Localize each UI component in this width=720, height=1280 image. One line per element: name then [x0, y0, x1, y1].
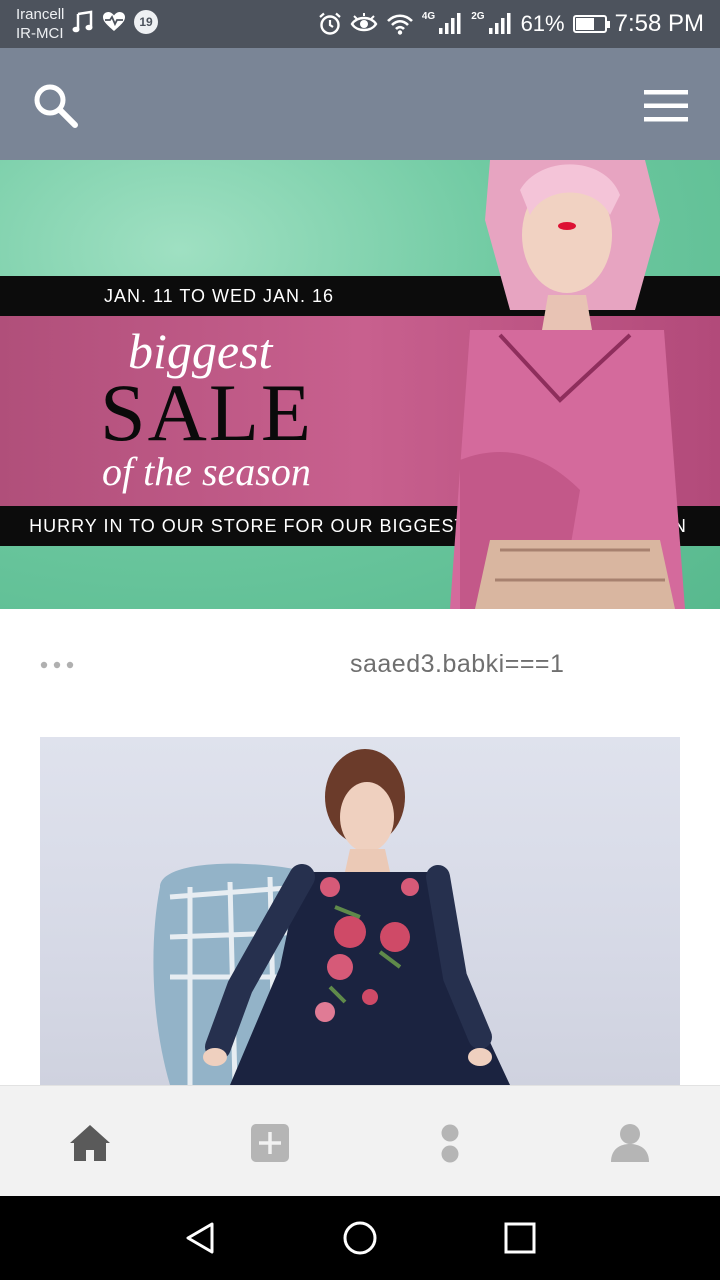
battery-icon [572, 15, 610, 33]
carrier-line-2: IR-MCI [16, 25, 64, 42]
eye-icon [350, 13, 378, 32]
promo-banner[interactable]: JAN. 11 TO WED JAN. 16 HURRY IN TO OUR S… [0, 160, 720, 609]
more-horizontal-icon[interactable] [40, 658, 74, 672]
dots-icon [441, 1124, 459, 1163]
nav-more-button[interactable] [428, 1121, 472, 1165]
music-icon [72, 10, 93, 33]
post-username[interactable]: saaed3.babki===1 [350, 650, 564, 679]
post-photo-illustration [153, 749, 510, 1085]
add-post-icon [251, 1124, 289, 1162]
banner-headline-bottom: of the season [102, 449, 311, 494]
search-icon [34, 84, 78, 128]
status-bar: Irancell IR-MCI 19 4G 2G 61% 7:58 PM [0, 0, 720, 48]
profile-icon [611, 1124, 649, 1162]
nav-profile-button[interactable] [608, 1121, 652, 1165]
clock: 7:58 PM [614, 10, 704, 37]
back-icon[interactable] [182, 1220, 218, 1256]
carrier-line-1: Irancell [16, 6, 65, 23]
banner-model-image [450, 160, 685, 609]
post-image[interactable] [40, 737, 680, 1085]
nav-add-post-button[interactable] [248, 1121, 292, 1165]
network-type-1: 4G [421, 10, 436, 22]
alarm-icon [319, 12, 341, 35]
top-app-bar [0, 48, 720, 160]
network-type-2: 2G [471, 10, 485, 22]
screen: Irancell IR-MCI 19 4G 2G 61% 7:58 PM JAN… [0, 0, 720, 1280]
notification-count-badge: 19 [134, 10, 158, 34]
post-header: saaed3.babki===1 [0, 630, 720, 700]
search-button[interactable] [30, 80, 82, 132]
system-navigation-bar [0, 1196, 720, 1280]
heart-rate-icon [103, 12, 125, 31]
bottom-navigation [0, 1085, 720, 1196]
home-icon [70, 1125, 110, 1161]
battery-level [575, 18, 594, 30]
signal-icon-2 [488, 13, 511, 34]
recents-icon[interactable] [502, 1220, 538, 1256]
banner-headline-main: SALE [100, 367, 313, 458]
nav-home-button[interactable] [68, 1121, 112, 1165]
hamburger-menu-icon [644, 90, 688, 122]
home-circle-icon[interactable] [342, 1220, 378, 1256]
battery-percent: 61% [520, 11, 565, 36]
menu-button[interactable] [642, 88, 690, 124]
carrier-name: Irancell IR-MCI [16, 5, 64, 43]
wifi-icon [386, 14, 413, 35]
signal-icon [439, 13, 461, 34]
notification-icons: 19 [72, 10, 158, 34]
system-status-icons: 4G 2G 61% 7:58 PM [318, 8, 704, 40]
